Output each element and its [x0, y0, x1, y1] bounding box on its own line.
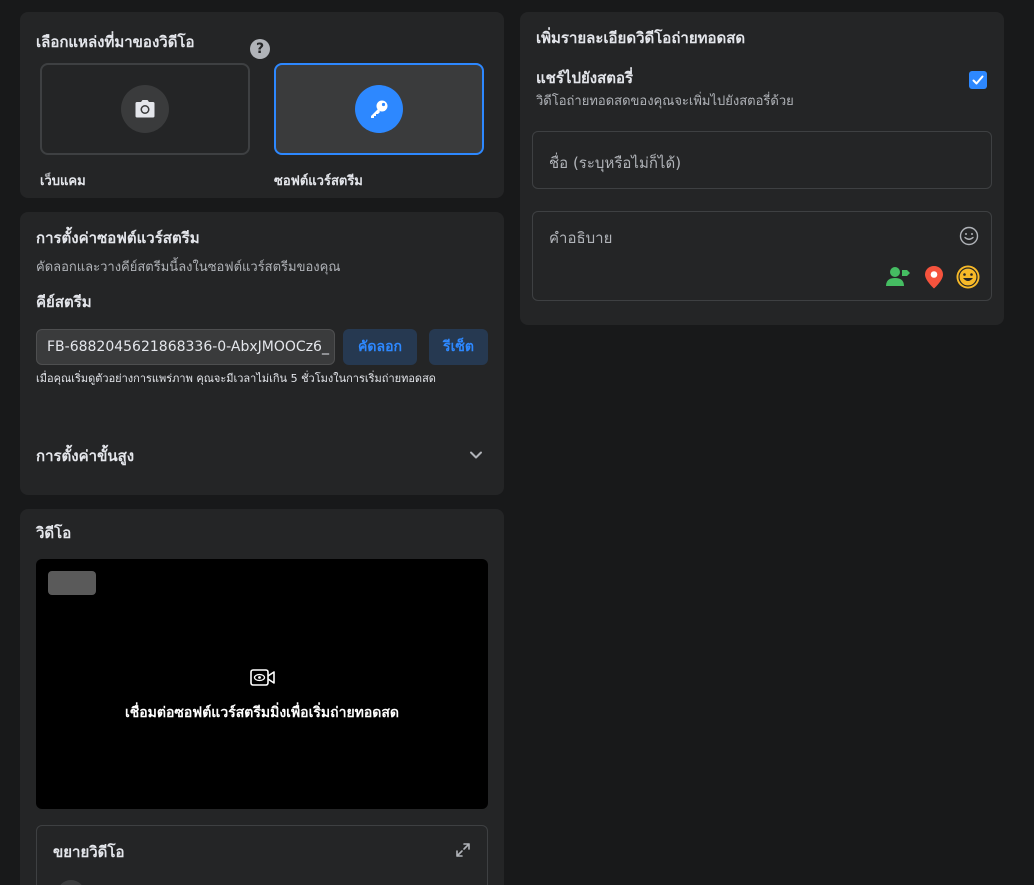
video-card: วิดีโอ เชื่อมต่อซอฟต์แวร์สตรีมมิ่งเพื่อเ… — [20, 509, 504, 885]
tag-people-icon[interactable] — [885, 264, 911, 294]
live-details-title: เพิ่มรายละเอียดวิดีโอถ่ายทอดสด — [536, 29, 746, 47]
copy-button[interactable]: คัดลอก — [343, 329, 417, 365]
stream-setup-description: คัดลอกและวางคีย์สตรีมนี้ลงในซอฟต์แวร์สตร… — [36, 260, 341, 275]
video-camera-icon — [250, 668, 276, 692]
emoji-outline-icon[interactable] — [959, 226, 979, 250]
status-badge — [48, 571, 96, 595]
camera-icon — [121, 85, 169, 133]
stream-key-field[interactable]: FB-6882045621868336-0-AbxJMOOCz6_ — [36, 329, 335, 365]
avatar — [57, 880, 85, 885]
video-title: วิดีโอ — [36, 524, 72, 542]
webcam-label: เว็บแคม — [40, 174, 86, 189]
description-input[interactable]: คำอธิบาย — [532, 211, 992, 301]
streaming-software-label: ซอฟต์แวร์สตรีม — [274, 174, 363, 189]
share-story-title: แชร์ไปยังสตอรี่ — [536, 69, 634, 87]
share-story-description: วิดีโอถ่ายทอดสดของคุณจะเพิ่มไปยังสตอรี่ด… — [536, 94, 794, 109]
stream-key-hint: เมื่อคุณเริ่มดูตัวอย่างการแพร่ภาพ คุณจะม… — [36, 372, 436, 385]
video-preview: เชื่อมต่อซอฟต์แวร์สตรีมมิ่งเพื่อเริ่มถ่า… — [36, 559, 488, 809]
live-details-card: เพิ่มรายละเอียดวิดีโอถ่ายทอดสด แชร์ไปยัง… — [520, 12, 1004, 325]
expand-video-panel[interactable]: ขยายวิดีโอ — [36, 825, 488, 885]
key-icon — [355, 85, 403, 133]
video-source-title: เลือกแหล่งที่มาของวิดีโอ — [36, 33, 195, 51]
description-placeholder: คำอธิบาย — [549, 229, 613, 247]
expand-video-title: ขยายวิดีโอ — [53, 843, 125, 861]
expand-icon[interactable] — [455, 842, 471, 862]
share-story-checkbox[interactable] — [969, 71, 987, 89]
connect-software-message: เชื่อมต่อซอฟต์แวร์สตรีมมิ่งเพื่อเริ่มถ่า… — [124, 705, 400, 721]
checkmark-icon — [972, 75, 984, 85]
name-input[interactable]: ชื่อ (ระบุหรือไม่ก็ได้) — [532, 131, 992, 189]
streaming-software-option[interactable] — [274, 63, 484, 155]
stream-key-label: คีย์สตรีม — [36, 293, 92, 311]
help-icon[interactable]: ? — [250, 39, 270, 59]
stream-setup-card: การตั้งค่าซอฟต์แวร์สตรีม คัดลอกและวางคีย… — [20, 212, 504, 495]
reset-button[interactable]: รีเซ็ต — [429, 329, 488, 365]
webcam-option[interactable] — [40, 63, 250, 155]
name-placeholder: ชื่อ (ระบุหรือไม่ก็ได้) — [549, 154, 682, 172]
location-icon[interactable] — [921, 264, 947, 294]
advanced-settings-label[interactable]: การตั้งค่าขั้นสูง — [36, 444, 134, 468]
chevron-down-icon[interactable] — [467, 446, 485, 468]
video-source-card: เลือกแหล่งที่มาของวิดีโอ ? เว็บแคม ซอฟต์… — [20, 12, 504, 198]
stream-setup-title: การตั้งค่าซอฟต์แวร์สตรีม — [36, 229, 200, 247]
feeling-emoji-icon[interactable] — [955, 264, 981, 294]
